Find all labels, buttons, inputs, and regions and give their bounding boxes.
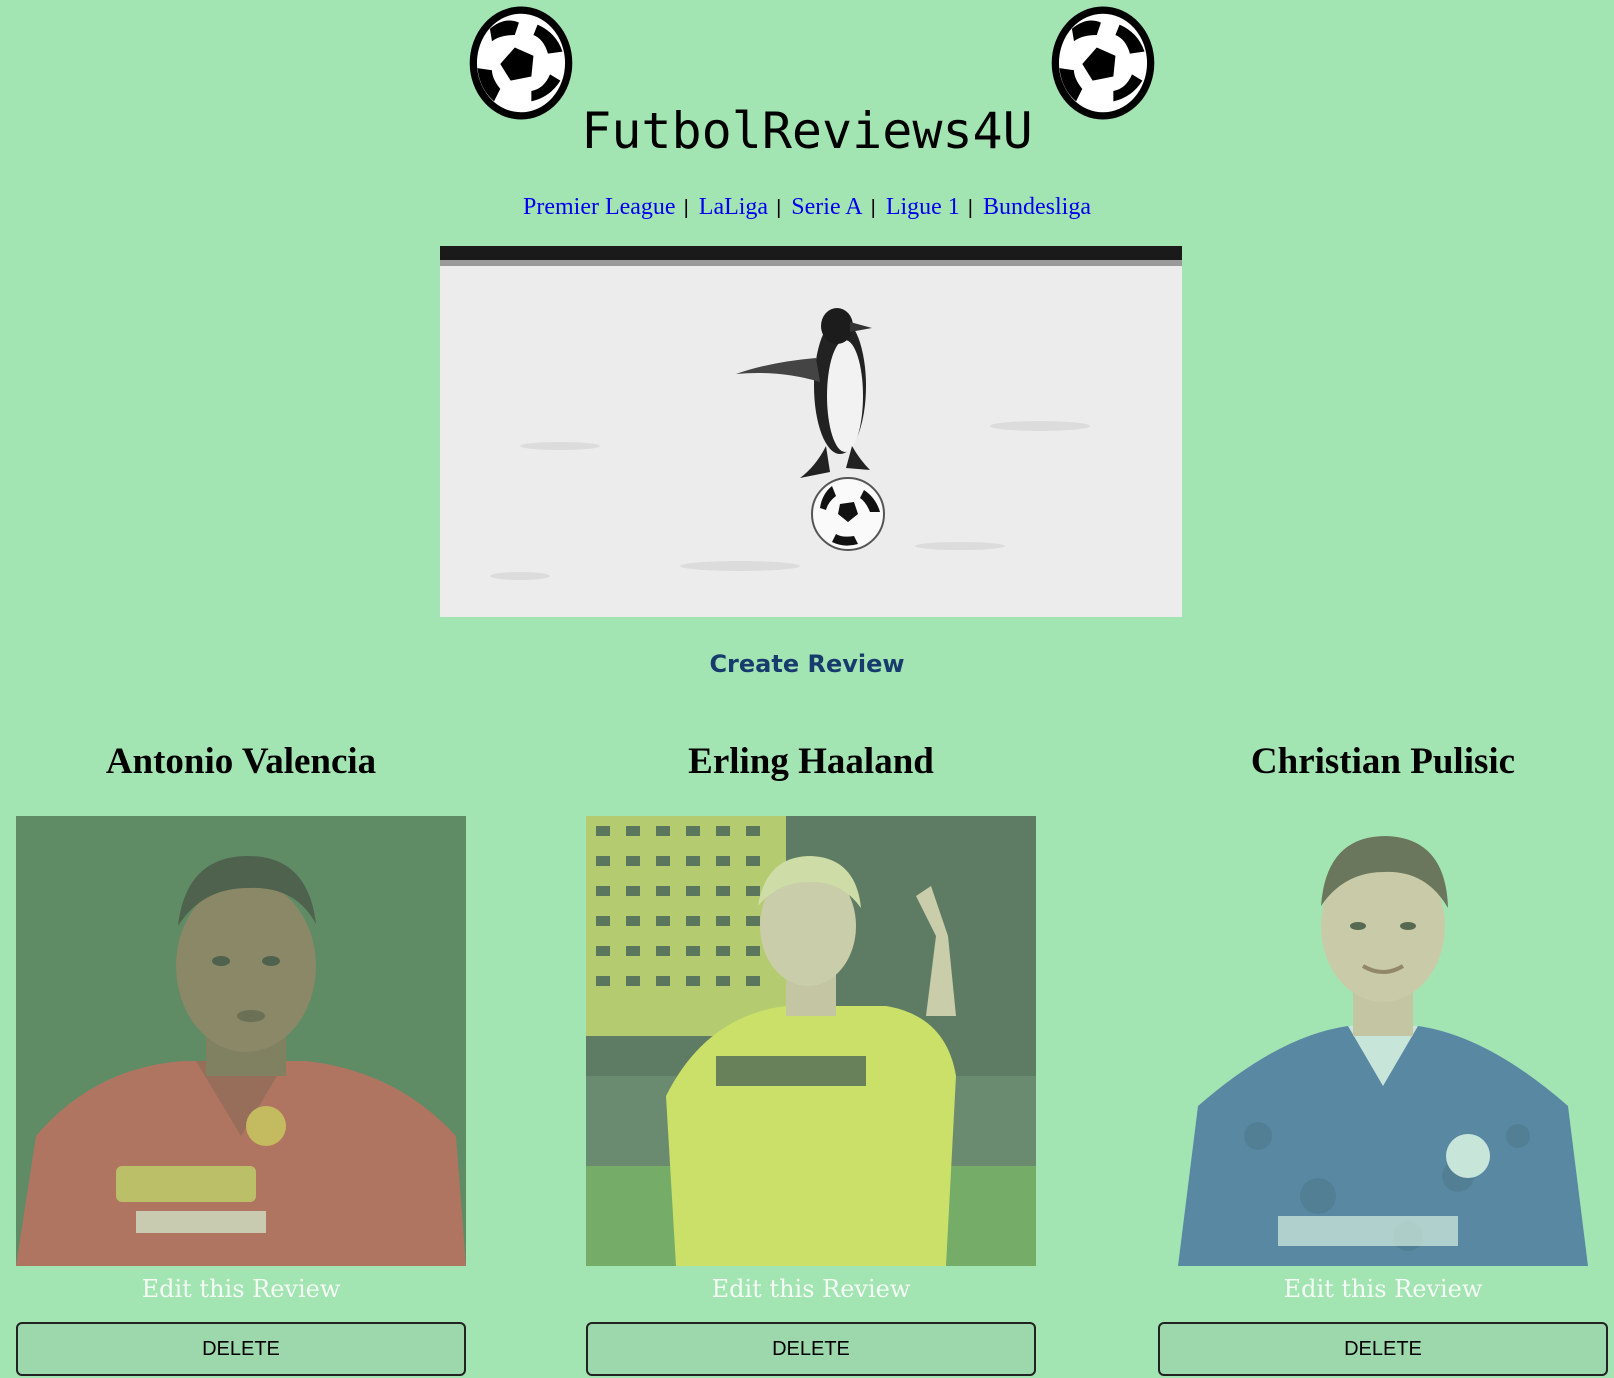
nav-link-bundesliga[interactable]: Bundesliga	[983, 194, 1091, 220]
hero-image-penguin	[440, 246, 1182, 617]
player-name: Antonio Valencia	[105, 741, 377, 782]
player-photo-antonio-valencia	[16, 816, 466, 1266]
review-card: Christian Pulisic Edit this Review DELET…	[1158, 738, 1608, 1376]
nav-link-laliga[interactable]: LaLiga	[699, 194, 768, 220]
edit-review-link[interactable]: Edit this Review	[16, 1272, 466, 1306]
delete-button[interactable]: DELETE	[16, 1322, 466, 1376]
nav-separator: |	[683, 197, 689, 219]
review-card: Erling Haaland Edit this Review DELETE	[586, 738, 1036, 1376]
league-nav: Premier League | LaLiga | Serie A | Ligue 1 | Bu…	[0, 190, 1614, 225]
site-title: FutbolReviews4U	[581, 102, 1033, 160]
delete-button[interactable]: DELETE	[1158, 1322, 1608, 1376]
nav-link-ligue-1[interactable]: Ligue 1	[886, 194, 960, 220]
nav-separator: |	[870, 197, 876, 219]
player-name: Erling Haaland	[688, 741, 934, 782]
player-photo-christian-pulisic	[1158, 816, 1608, 1266]
edit-review-link[interactable]: Edit this Review	[586, 1272, 1036, 1306]
edit-review-link[interactable]: Edit this Review	[1158, 1272, 1608, 1306]
nav-separator: |	[776, 197, 782, 219]
delete-button[interactable]: DELETE	[586, 1322, 1036, 1376]
player-photo-erling-haaland	[586, 816, 1036, 1266]
review-card: Antonio Valencia Edit this Review DELETE	[16, 738, 466, 1376]
player-name: Christian Pulisic	[1250, 741, 1516, 782]
nav-link-serie-a[interactable]: Serie A	[791, 194, 862, 220]
nav-link-premier-league[interactable]: Premier League	[523, 194, 676, 220]
create-review-link[interactable]: Create Review	[0, 650, 1614, 678]
nav-separator: |	[967, 197, 973, 219]
